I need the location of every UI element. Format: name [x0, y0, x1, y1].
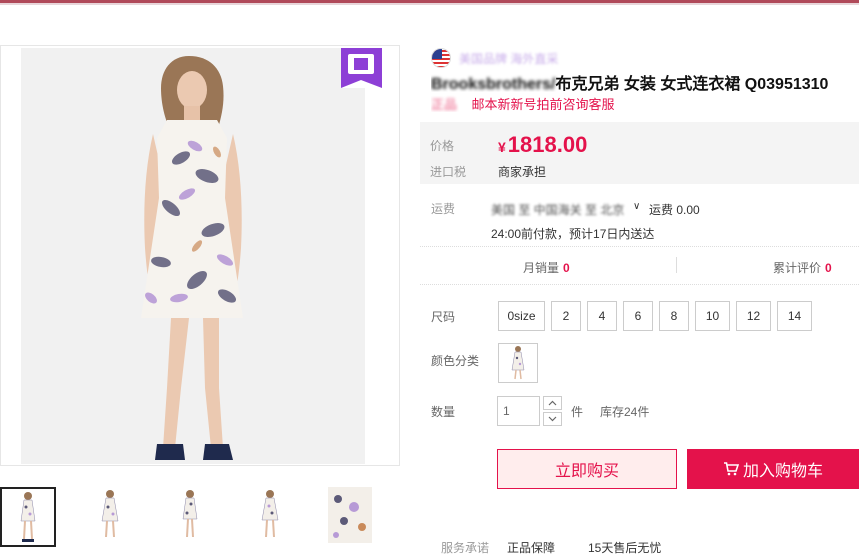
color-label: 颜色分类: [431, 354, 480, 368]
badge-notch: [341, 80, 382, 88]
add-to-cart-button[interactable]: 加入购物车: [687, 449, 859, 489]
stats-separator: [676, 257, 677, 273]
buy-now-label: 立即购买: [554, 463, 619, 480]
model-photo: [141, 56, 243, 460]
review-count[interactable]: 累计评价 0: [773, 259, 832, 276]
service-item-authentic: 正品保障: [507, 541, 556, 555]
size-label: 尺码: [431, 310, 456, 324]
thumbnail-image: [101, 490, 119, 538]
size-option-2[interactable]: 2: [551, 301, 581, 331]
chevron-down-icon[interactable]: ∨: [633, 201, 640, 212]
shipping-label: 运费: [431, 202, 456, 216]
origin-text: 美国品牌 海外直采: [459, 52, 559, 64]
review-count-label: 累计评价: [773, 261, 822, 275]
thumbnail-2[interactable]: [84, 487, 140, 547]
subtitle-rest: 邮本新新号拍前咨询客服: [471, 97, 615, 112]
quantity-increase-button[interactable]: [543, 396, 562, 410]
swatch-image: [511, 346, 525, 380]
currency-symbol: ¥: [498, 139, 506, 155]
ticket-icon: [348, 54, 374, 74]
us-flag-icon: [431, 48, 451, 68]
thumbnail-5[interactable]: [324, 487, 380, 547]
price-amount: 1818.00: [507, 132, 588, 157]
price-label: 价格: [430, 139, 455, 153]
monthly-sales: 月销量 0: [523, 259, 570, 276]
review-count-value: 0: [825, 261, 832, 275]
size-option-14[interactable]: 14: [777, 301, 812, 331]
chevron-down-icon: [548, 416, 557, 422]
size-option-8[interactable]: 8: [659, 301, 689, 331]
monthly-sales-value: 0: [563, 261, 570, 275]
size-option-0size[interactable]: 0size: [498, 301, 545, 331]
thumbnail-1[interactable]: [0, 487, 56, 547]
monthly-sales-label: 月销量: [523, 261, 560, 275]
quantity-label: 数量: [431, 405, 456, 419]
subtitle-prefix: 正品: [431, 97, 458, 112]
thumbnail-image: [261, 490, 279, 538]
thumbnail-image: [182, 490, 198, 538]
thumbnail-image: [328, 487, 372, 543]
shipping-fee: 运费 0.00: [649, 203, 700, 217]
buy-now-button[interactable]: 立即购买: [497, 449, 677, 489]
size-option-12[interactable]: 12: [736, 301, 771, 331]
divider: [420, 284, 859, 285]
tax-value: 商家承担: [498, 165, 547, 179]
cart-icon: [723, 462, 739, 476]
size-option-6[interactable]: 6: [623, 301, 653, 331]
chevron-up-icon: [548, 400, 557, 406]
size-option-4[interactable]: 4: [587, 301, 617, 331]
price-value: ¥1818.00: [498, 132, 587, 158]
add-to-cart-label: 加入购物车: [742, 463, 823, 480]
product-title-brand: Brooksbrothers/: [431, 76, 556, 92]
size-option-10[interactable]: 10: [695, 301, 730, 331]
quantity-decrease-button[interactable]: [543, 412, 562, 426]
quantity-input[interactable]: [497, 396, 540, 426]
quantity-unit: 件: [571, 405, 584, 419]
stock-count: 库存24件: [600, 405, 650, 419]
thumbnail-strip: [0, 487, 400, 549]
main-product-image[interactable]: [0, 45, 400, 466]
photo-background: [21, 48, 365, 464]
thumbnail-image: [20, 492, 36, 542]
shipping-estimate: 24:00前付款，预计17日内送达: [491, 227, 655, 241]
price-panel: 价格 ¥1818.00 进口税 商家承担: [420, 122, 859, 184]
tax-label: 进口税: [430, 165, 467, 179]
product-title-rest: 布克兄弟 女装 女式连衣裙 Q03951310: [555, 76, 829, 92]
service-label: 服务承诺: [441, 541, 490, 555]
divider: [420, 246, 859, 247]
shipping-destination[interactable]: 美国 至 中国海关 至 北京: [491, 201, 624, 218]
color-option-swatch[interactable]: [498, 343, 538, 383]
top-accent-shadow: [0, 3, 859, 5]
product-title: Brooksbrothers/布克兄弟 女装 女式连衣裙 Q03951310: [431, 70, 859, 92]
service-item-after-sales: 15天售后无忧: [588, 541, 662, 555]
thumbnail-3[interactable]: [164, 487, 220, 547]
thumbnail-4[interactable]: [244, 487, 300, 547]
product-subtitle: 正品 邮本新新号拍前咨询客服: [431, 94, 859, 112]
